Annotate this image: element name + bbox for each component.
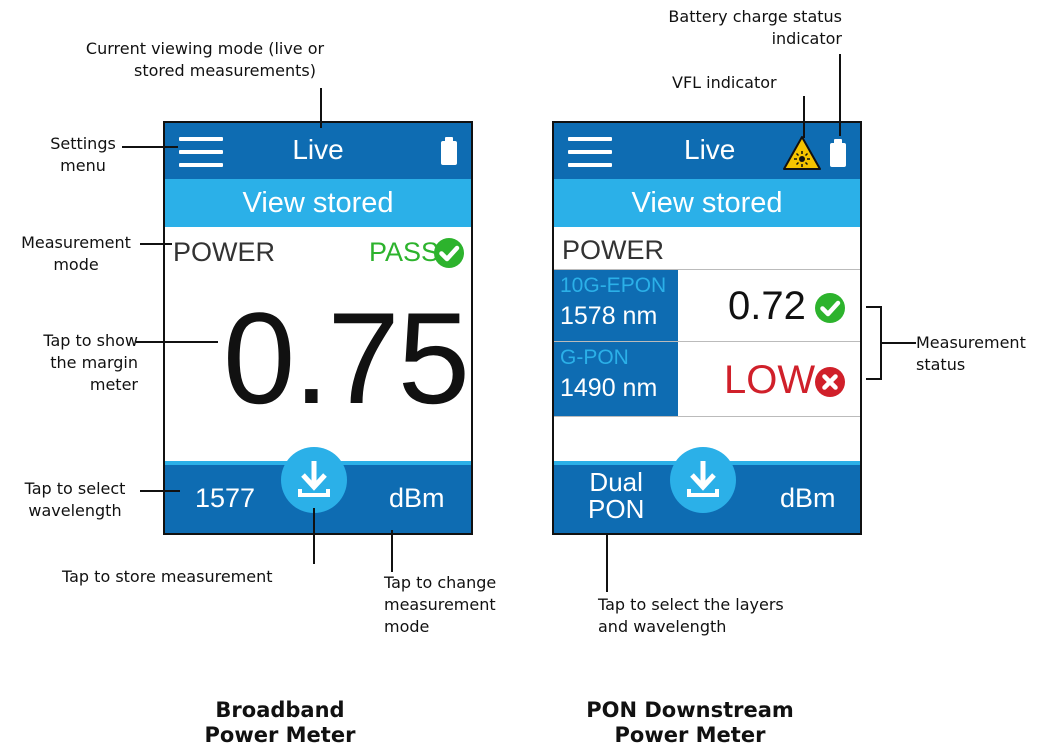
store-measurement-button[interactable] <box>670 447 736 513</box>
annotation-line: Settings <box>50 134 116 153</box>
annotation-line: Measurement <box>916 333 1026 352</box>
x-circle-icon <box>815 367 845 397</box>
battery-icon <box>441 137 457 165</box>
annotation-line: Measurement <box>21 233 131 252</box>
checkmark-circle-icon <box>434 238 464 268</box>
annotation-measurement-mode: Measurement mode <box>6 232 146 276</box>
broadband-power-meter-screen: Live View stored POWER PASS 0.75 1577 dB… <box>163 121 473 535</box>
footer-bar: Dual PON dBm <box>554 447 860 533</box>
power-value[interactable]: 0.75 <box>223 293 470 423</box>
annotation-line: Tap to select <box>24 479 126 498</box>
layer-wavelength: 1490 nm <box>560 374 658 402</box>
measurement-mode-label[interactable]: POWER <box>173 237 275 268</box>
caption-line: Broadband <box>215 698 345 722</box>
row-value: LOW <box>724 358 816 402</box>
layer-name: G-PON <box>560 346 629 369</box>
leader-line <box>313 508 315 564</box>
unit-selector[interactable]: dBm <box>389 483 445 514</box>
vfl-laser-warning-icon <box>783 136 821 170</box>
annotation-line: the margin <box>50 353 138 372</box>
footer-bar: 1577 dBm <box>165 447 471 533</box>
view-stored-button[interactable]: View stored <box>554 179 860 227</box>
annotation-line: measurement <box>384 595 496 614</box>
annotation-line: status <box>916 355 966 374</box>
leader-line <box>136 341 218 343</box>
leader-line <box>839 54 841 136</box>
measurement-row-10g-epon: 10G-EPON 1578 nm 0.72 <box>554 269 860 342</box>
footer-mode-line: Dual <box>589 467 643 497</box>
annotation-line: Current viewing mode (live or <box>85 39 325 58</box>
header-bar: Live <box>554 123 860 179</box>
viewing-mode-title: Live <box>292 134 344 165</box>
annotation-line: Tap to select the layers <box>598 595 784 614</box>
wavelength-selector[interactable]: 1577 <box>195 483 255 514</box>
leader-line <box>880 342 916 344</box>
pass-status-label: PASS <box>369 237 440 267</box>
caption-line: Power Meter <box>614 723 766 747</box>
leader-line <box>391 530 393 572</box>
caption-line: Power Meter <box>204 723 356 747</box>
layer-wavelength-selector[interactable]: Dual PON <box>588 469 644 523</box>
annotation-line: indicator <box>771 29 842 48</box>
pon-power-meter-screen: Live View stored POWER 10G-EPON 1578 nm … <box>552 121 862 535</box>
unit-selector[interactable]: dBm <box>780 483 836 514</box>
annotation-battery: Battery charge status indicator <box>610 6 842 50</box>
caption-broadband: Broadband Power Meter <box>180 698 380 748</box>
battery-icon <box>830 139 846 167</box>
download-store-icon <box>298 461 330 497</box>
layer-cell: 10G-EPON 1578 nm <box>554 270 678 342</box>
leader-line <box>122 146 178 148</box>
layer-wavelength: 1578 nm <box>560 302 658 330</box>
view-stored-button[interactable]: View stored <box>165 179 471 227</box>
annotation-line: mode <box>384 617 430 636</box>
annotation-margin-meter: Tap to show the margin meter <box>18 330 138 396</box>
leader-bracket <box>866 306 880 308</box>
row-value: 0.72 <box>728 284 806 328</box>
leader-line <box>140 243 172 245</box>
hamburger-menu-icon[interactable] <box>568 137 612 167</box>
caption-pon: PON Downstream Power Meter <box>560 698 820 748</box>
viewing-mode-title: Live <box>684 134 736 165</box>
annotation-line: stored measurements) <box>134 61 316 80</box>
annotation-vfl: VFL indicator <box>672 73 777 92</box>
measurement-mode-label[interactable]: POWER <box>562 235 664 266</box>
leader-line <box>320 88 322 128</box>
annotation-line: Battery charge status <box>668 7 842 26</box>
checkmark-circle-icon <box>815 293 845 323</box>
footer-mode-line: PON <box>588 494 645 524</box>
annotation-select-layers: Tap to select the layers and wavelength <box>598 594 784 638</box>
layer-cell: G-PON 1490 nm <box>554 342 678 416</box>
leader-bracket <box>866 378 882 380</box>
leader-line <box>140 490 180 492</box>
layer-name: 10G-EPON <box>560 274 667 297</box>
annotation-line: Tap to show <box>43 331 138 350</box>
annotation-line: and wavelength <box>598 617 727 636</box>
caption-line: PON Downstream <box>586 698 794 722</box>
measurement-row-g-pon: G-PON 1490 nm LOW <box>554 341 860 417</box>
annotation-settings-menu: Settings menu <box>38 133 128 177</box>
annotation-line: menu <box>60 156 106 175</box>
annotation-measurement-status: Measurement status <box>916 332 1026 376</box>
annotation-select-wavelength: Tap to select wavelength <box>10 478 140 522</box>
annotation-change-mode: Tap to change measurement mode <box>384 572 496 638</box>
annotation-line: mode <box>53 255 99 274</box>
annotation-store-measurement: Tap to store measurement <box>62 567 273 586</box>
annotation-line: wavelength <box>28 501 122 520</box>
annotation-line: meter <box>89 375 138 394</box>
leader-line <box>803 96 805 138</box>
header-bar: Live <box>165 123 471 179</box>
store-measurement-button[interactable] <box>281 447 347 513</box>
annotation-line: Tap to change <box>384 573 497 592</box>
leader-line <box>606 534 608 592</box>
annotation-viewing-mode: Current viewing mode (live or stored mea… <box>40 38 370 82</box>
download-store-icon <box>687 461 719 497</box>
